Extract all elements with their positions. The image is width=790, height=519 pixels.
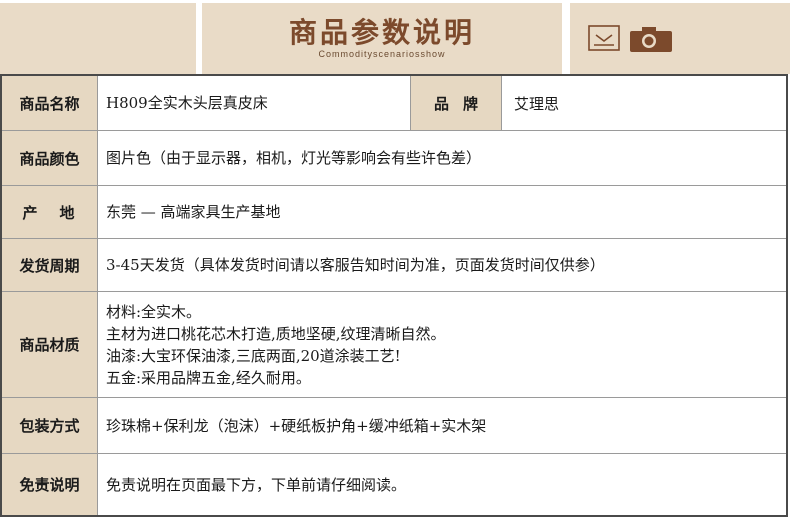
material-line: 五金:采用品牌五金,经久耐用。	[106, 368, 311, 387]
material-line: 主材为进口桃花芯木打造,质地坚硬,纹理清晰自然。	[106, 324, 446, 343]
table-row-origin: 产地 东莞 — 高端家具生产基地	[2, 186, 786, 239]
row-value: H809全实木头层真皮床	[106, 94, 268, 112]
row-value: 东莞 — 高端家具生产基地	[106, 203, 281, 221]
row-value-brand: 艾理思	[514, 94, 560, 113]
row-label: 商品名称	[2, 76, 98, 130]
table-row-material: 商品材质 材料:全实木。 主材为进口桃花芯木打造,质地坚硬,纹理清晰自然。 油漆…	[2, 292, 786, 398]
row-value: 图片色（由于显示器，相机，灯光等影响会有些许色差）	[106, 149, 482, 167]
table-row-packaging: 包装方式 珍珠棉+保利龙（泡沫）+硬纸板护角+缓冲纸箱+实木架	[2, 398, 786, 454]
table-row-shipping: 发货周期 3-45天发货（具体发货时间请以客服告知时间为准，页面发货时间仅供参）	[2, 239, 786, 292]
inbox-icon	[588, 25, 620, 51]
camera-icon	[630, 27, 672, 52]
row-value: 3-45天发货（具体发货时间请以客服告知时间为准，页面发货时间仅供参）	[106, 256, 605, 274]
material-line: 材料:全实木。	[106, 302, 202, 321]
row-label: 发货周期	[2, 239, 98, 291]
page-subtitle: Commodityscenariosshow	[318, 49, 446, 59]
row-label: 商品材质	[2, 292, 98, 397]
page-header: 商品参数说明 Commodityscenariosshow	[0, 0, 790, 74]
header-left-panel	[0, 3, 196, 74]
material-line: 油漆:大宝环保油漆,三底两面,20道涂装工艺!	[106, 346, 401, 365]
row-value: 免责说明在页面最下方，下单前请仔细阅读。	[106, 475, 407, 494]
header-icon-panel	[570, 3, 790, 74]
header-title-panel: 商品参数说明 Commodityscenariosshow	[202, 3, 562, 74]
row-value: 材料:全实木。 主材为进口桃花芯木打造,质地坚硬,纹理清晰自然。 油漆:大宝环保…	[106, 292, 778, 397]
params-table: 商品名称 H809全实木头层真皮床 品牌 艾理思 商品颜色 图片色（由于显示器，…	[0, 74, 788, 517]
row-label: 包装方式	[2, 398, 98, 453]
page-title: 商品参数说明	[288, 16, 475, 49]
table-row-name: 商品名称 H809全实木头层真皮床 品牌 艾理思	[2, 76, 786, 131]
row-value: 珍珠棉+保利龙（泡沫）+硬纸板护角+缓冲纸箱+实木架	[106, 416, 487, 435]
row-label: 产地	[2, 186, 98, 238]
row-label: 商品颜色	[2, 131, 98, 185]
row-label-brand: 品牌	[410, 76, 502, 130]
table-row-color: 商品颜色 图片色（由于显示器，相机，灯光等影响会有些许色差）	[2, 131, 786, 186]
row-label: 免责说明	[2, 454, 98, 515]
table-row-disclaimer: 免责说明 免责说明在页面最下方，下单前请仔细阅读。	[2, 454, 786, 515]
